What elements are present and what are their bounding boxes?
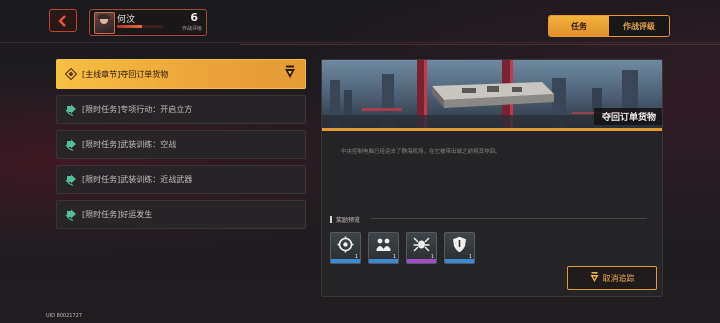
user-id: UID 80021727 xyxy=(46,313,83,319)
rewards-header: 奖励预览 xyxy=(330,215,360,224)
shield-icon xyxy=(453,236,466,253)
quest-item-cube[interactable]: [限时任务]专项行动：开启立方 xyxy=(56,95,306,124)
reward-count: 1 xyxy=(468,254,472,260)
twin-figures-icon xyxy=(376,238,391,251)
header-divider-accent xyxy=(240,44,720,45)
avatar xyxy=(94,12,115,34)
tab-combat-rating[interactable]: 作战评级 xyxy=(609,16,669,36)
quest-item-melee[interactable]: [限时任务]武装训练：近战武器 xyxy=(56,165,306,194)
chevron-left-icon xyxy=(58,14,66,27)
tab-missions[interactable]: 任务 xyxy=(549,16,609,36)
player-xp-fill xyxy=(117,25,143,28)
tracking-marker-icon xyxy=(284,65,296,85)
reward-count: 1 xyxy=(354,254,358,260)
quest-label: [限时任务]好运发生 xyxy=(82,210,153,219)
mission-banner-image: 夺回订单货物 xyxy=(322,60,662,131)
reward-item[interactable]: 1 xyxy=(330,232,361,264)
tab-bar: 任务 作战评级 xyxy=(548,15,670,37)
mission-detail-panel: 夺回订单货物 中央控制电脑已经运去了静海机场，在它被带出城之前将其夺回。 奖励预… xyxy=(321,59,663,297)
limited-quest-icon xyxy=(65,209,77,221)
quest-item-main[interactable]: [主线章节]夺回订单货物 xyxy=(56,59,306,89)
player-level-label: 作战评级 xyxy=(181,26,202,32)
reward-count: 1 xyxy=(392,254,396,260)
quest-label: [限时任务]武装训练：近战武器 xyxy=(82,175,193,184)
quest-list: [主线章节]夺回订单货物 [限时任务]专项行动：开启立方 [限时任务]武装训练：… xyxy=(56,59,306,235)
player-name: 何汶 xyxy=(117,15,136,25)
mission-title: 夺回订单货物 xyxy=(593,108,662,125)
reward-count: 1 xyxy=(430,254,434,260)
tracking-marker-icon xyxy=(590,272,598,282)
limited-quest-icon xyxy=(65,139,77,151)
gear-chip-icon xyxy=(337,236,354,253)
untrack-label: 取消追踪 xyxy=(602,273,635,283)
player-level: 6 xyxy=(190,11,198,24)
back-button[interactable] xyxy=(49,9,77,32)
rewards-header-divider xyxy=(371,218,647,219)
quest-item-good-luck[interactable]: [限时任务]好运发生 xyxy=(56,200,306,229)
mission-description: 中央控制电脑已经运去了静海机场，在它被带出城之前将其夺回。 xyxy=(341,149,501,155)
limited-quest-icon xyxy=(65,174,77,186)
reward-item[interactable]: 1 xyxy=(406,232,437,264)
mission-title-underline xyxy=(322,128,662,131)
reward-item[interactable]: 1 xyxy=(368,232,399,264)
header-divider xyxy=(0,42,720,43)
limited-quest-icon xyxy=(65,104,77,116)
reward-item[interactable]: 1 xyxy=(444,232,475,264)
reward-list: 1 1 1 1 xyxy=(330,232,475,264)
untrack-button[interactable]: 取消追踪 xyxy=(567,266,657,290)
player-xp-bar xyxy=(117,25,163,28)
player-card[interactable]: 何汶 6 作战评级 xyxy=(89,9,207,36)
rewards-header-marker xyxy=(330,216,332,223)
quest-item-air-combat[interactable]: [限时任务]武装训练：空战 xyxy=(56,130,306,159)
spider-mech-icon xyxy=(413,237,430,252)
quest-label: [限时任务]武装训练：空战 xyxy=(82,140,177,149)
diamond-quest-icon xyxy=(65,68,77,80)
rewards-header-label: 奖励预览 xyxy=(336,217,361,224)
quest-label: [限时任务]专项行动：开启立方 xyxy=(82,105,193,114)
quest-label: [主线章节]夺回订单货物 xyxy=(82,69,169,79)
